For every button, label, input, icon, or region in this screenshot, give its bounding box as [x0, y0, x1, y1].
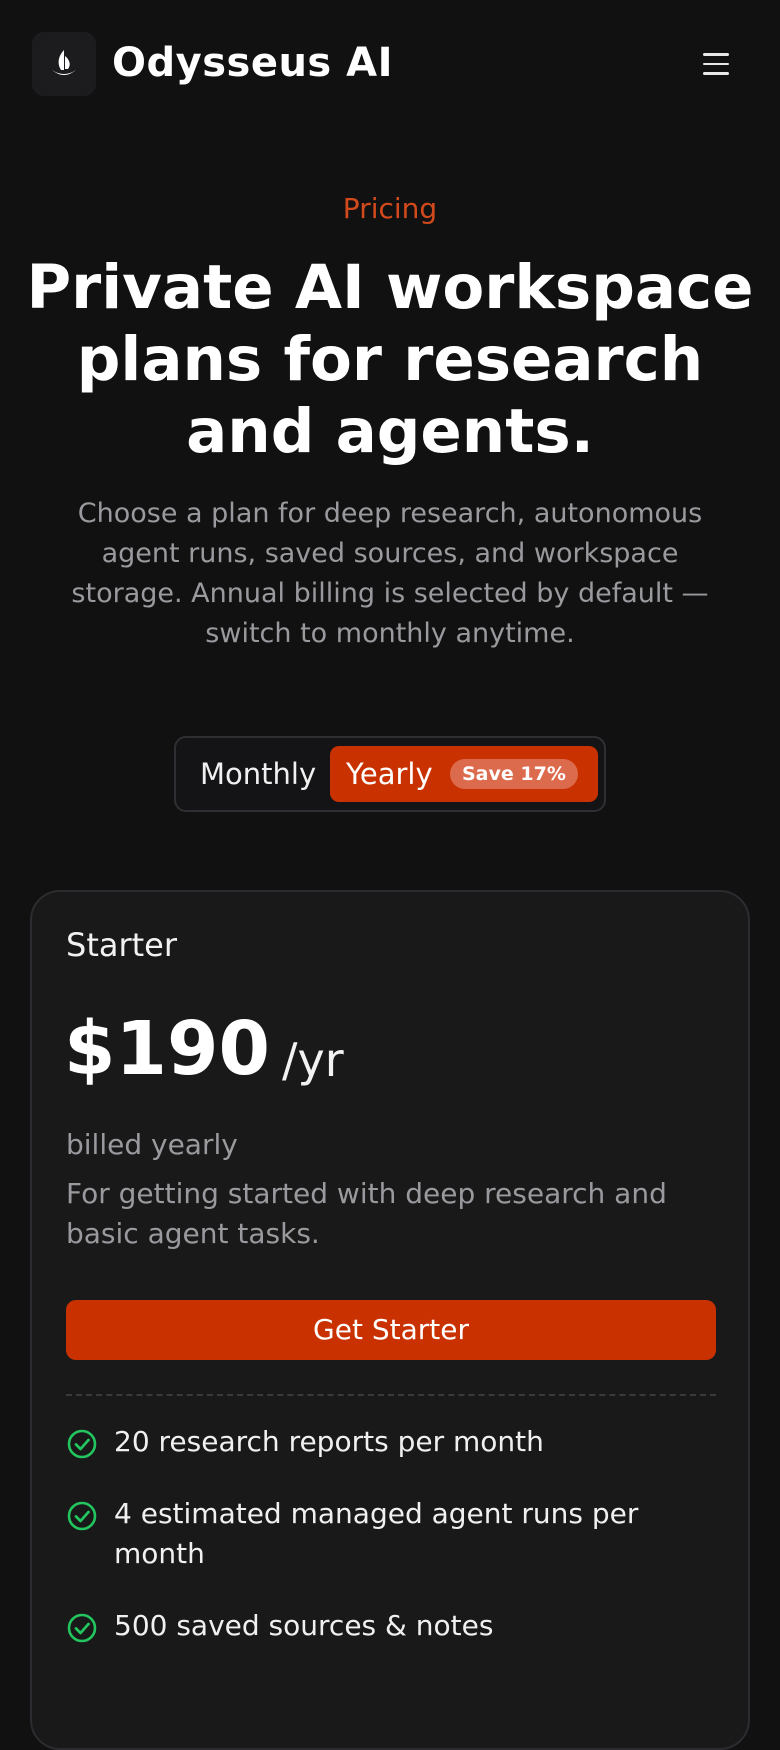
plan-card-starter: Starter $190 /yr billed yearly For getti…: [30, 890, 750, 1750]
feature-text: 4 estimated managed agent runs per month: [114, 1497, 639, 1570]
section-eyebrow: Pricing: [342, 192, 438, 225]
sail-logo-icon: [52, 50, 76, 75]
toggle-yearly[interactable]: Yearly Save 17%: [330, 746, 598, 802]
plan-price-unit: /yr: [282, 1033, 344, 1087]
plan-name: Starter: [66, 926, 178, 964]
check-circle-icon: [67, 1501, 97, 1531]
save-badge: Save 17%: [450, 759, 578, 789]
toggle-yearly-label: Yearly: [346, 757, 433, 791]
list-item: 500 saved sources & notes: [66, 1606, 716, 1646]
billing-toggle: Monthly Yearly Save 17%: [174, 736, 606, 812]
billing-note: billed yearly: [66, 1128, 238, 1161]
list-item: 20 research reports per month: [66, 1422, 716, 1462]
brand-name[interactable]: Odysseus AI: [112, 40, 393, 86]
plan-description: For getting started with deep research a…: [66, 1177, 667, 1250]
top-header: Odysseus AI: [0, 0, 780, 130]
list-item: 4 estimated managed agent runs per month: [66, 1494, 716, 1574]
divider: [66, 1394, 716, 1396]
toggle-monthly[interactable]: Monthly: [200, 752, 316, 796]
feature-text: 20 research reports per month: [114, 1425, 544, 1458]
hamburger-menu-icon[interactable]: [696, 44, 736, 84]
feature-list: 20 research reports per month 4 estimate…: [66, 1422, 716, 1678]
plan-price: $190: [64, 1006, 270, 1092]
logo[interactable]: [32, 32, 96, 96]
page-subtitle: Choose a plan for deep research, autonom…: [71, 498, 709, 649]
feature-text: 500 saved sources & notes: [114, 1609, 494, 1642]
check-circle-icon: [67, 1613, 97, 1643]
check-circle-icon: [67, 1429, 97, 1459]
page-title: Private AI workspace plans for research …: [26, 252, 754, 467]
get-starter-button[interactable]: Get Starter: [66, 1300, 716, 1360]
